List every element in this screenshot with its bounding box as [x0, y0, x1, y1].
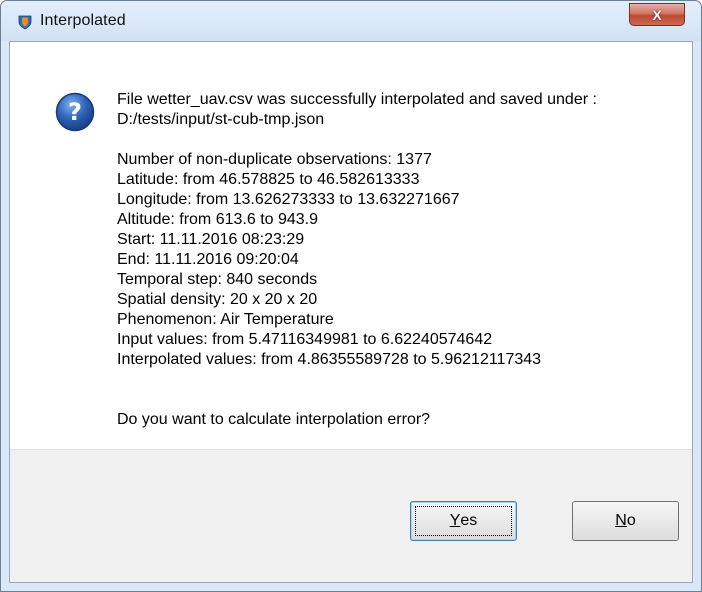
detail-latitude: Latitude: from 46.578825 to 46.582613333	[117, 171, 420, 188]
shield-app-icon	[17, 14, 33, 30]
message-intro-line: File wetter_uav.csv was successfully int…	[117, 91, 597, 108]
detail-spatial-density: Spatial density: 20 x 20 x 20	[117, 291, 318, 308]
question-icon: ?	[55, 92, 95, 132]
detail-observations: Number of non-duplicate observations: 13…	[117, 151, 432, 168]
window-title: Interpolated	[40, 12, 126, 29]
dialog-window: Interpolated X ? File wetter_uav.csv was…	[0, 0, 702, 592]
svg-text:?: ?	[68, 98, 82, 126]
message-text: File wetter_uav.csv was successfully int…	[117, 90, 677, 430]
no-button-label: o	[626, 512, 636, 529]
close-icon: X	[652, 6, 662, 23]
detail-input-values: Input values: from 5.47116349981 to 6.62…	[117, 331, 493, 348]
detail-end: End: 11.11.2016 09:20:04	[117, 251, 299, 268]
close-button[interactable]: X	[629, 3, 685, 26]
button-bar: Yes No	[10, 449, 692, 582]
title-bar[interactable]: Interpolated X	[1, 1, 701, 41]
detail-interpolated-values: Interpolated values: from 4.86355589728 …	[117, 351, 542, 368]
detail-phenomenon: Phenomenon: Air Temperature	[117, 311, 334, 328]
yes-button[interactable]: Yes	[410, 501, 517, 541]
detail-start: Start: 11.11.2016 08:23:29	[117, 231, 305, 248]
detail-longitude: Longitude: from 13.626273333 to 13.63227…	[117, 191, 460, 208]
detail-altitude: Altitude: from 613.6 to 943.9	[117, 211, 319, 228]
no-button[interactable]: No	[572, 501, 679, 541]
no-button-mnemonic: N	[615, 512, 627, 529]
focus-rectangle	[415, 506, 512, 536]
question-text: Do you want to calculate interpolation e…	[117, 411, 431, 428]
message-path-line: D:/tests/input/st-cub-tmp.json	[117, 111, 325, 128]
dialog-body: ? File wetter_uav.csv was successfully i…	[9, 41, 693, 583]
detail-temporal-step: Temporal step: 840 seconds	[117, 271, 318, 288]
